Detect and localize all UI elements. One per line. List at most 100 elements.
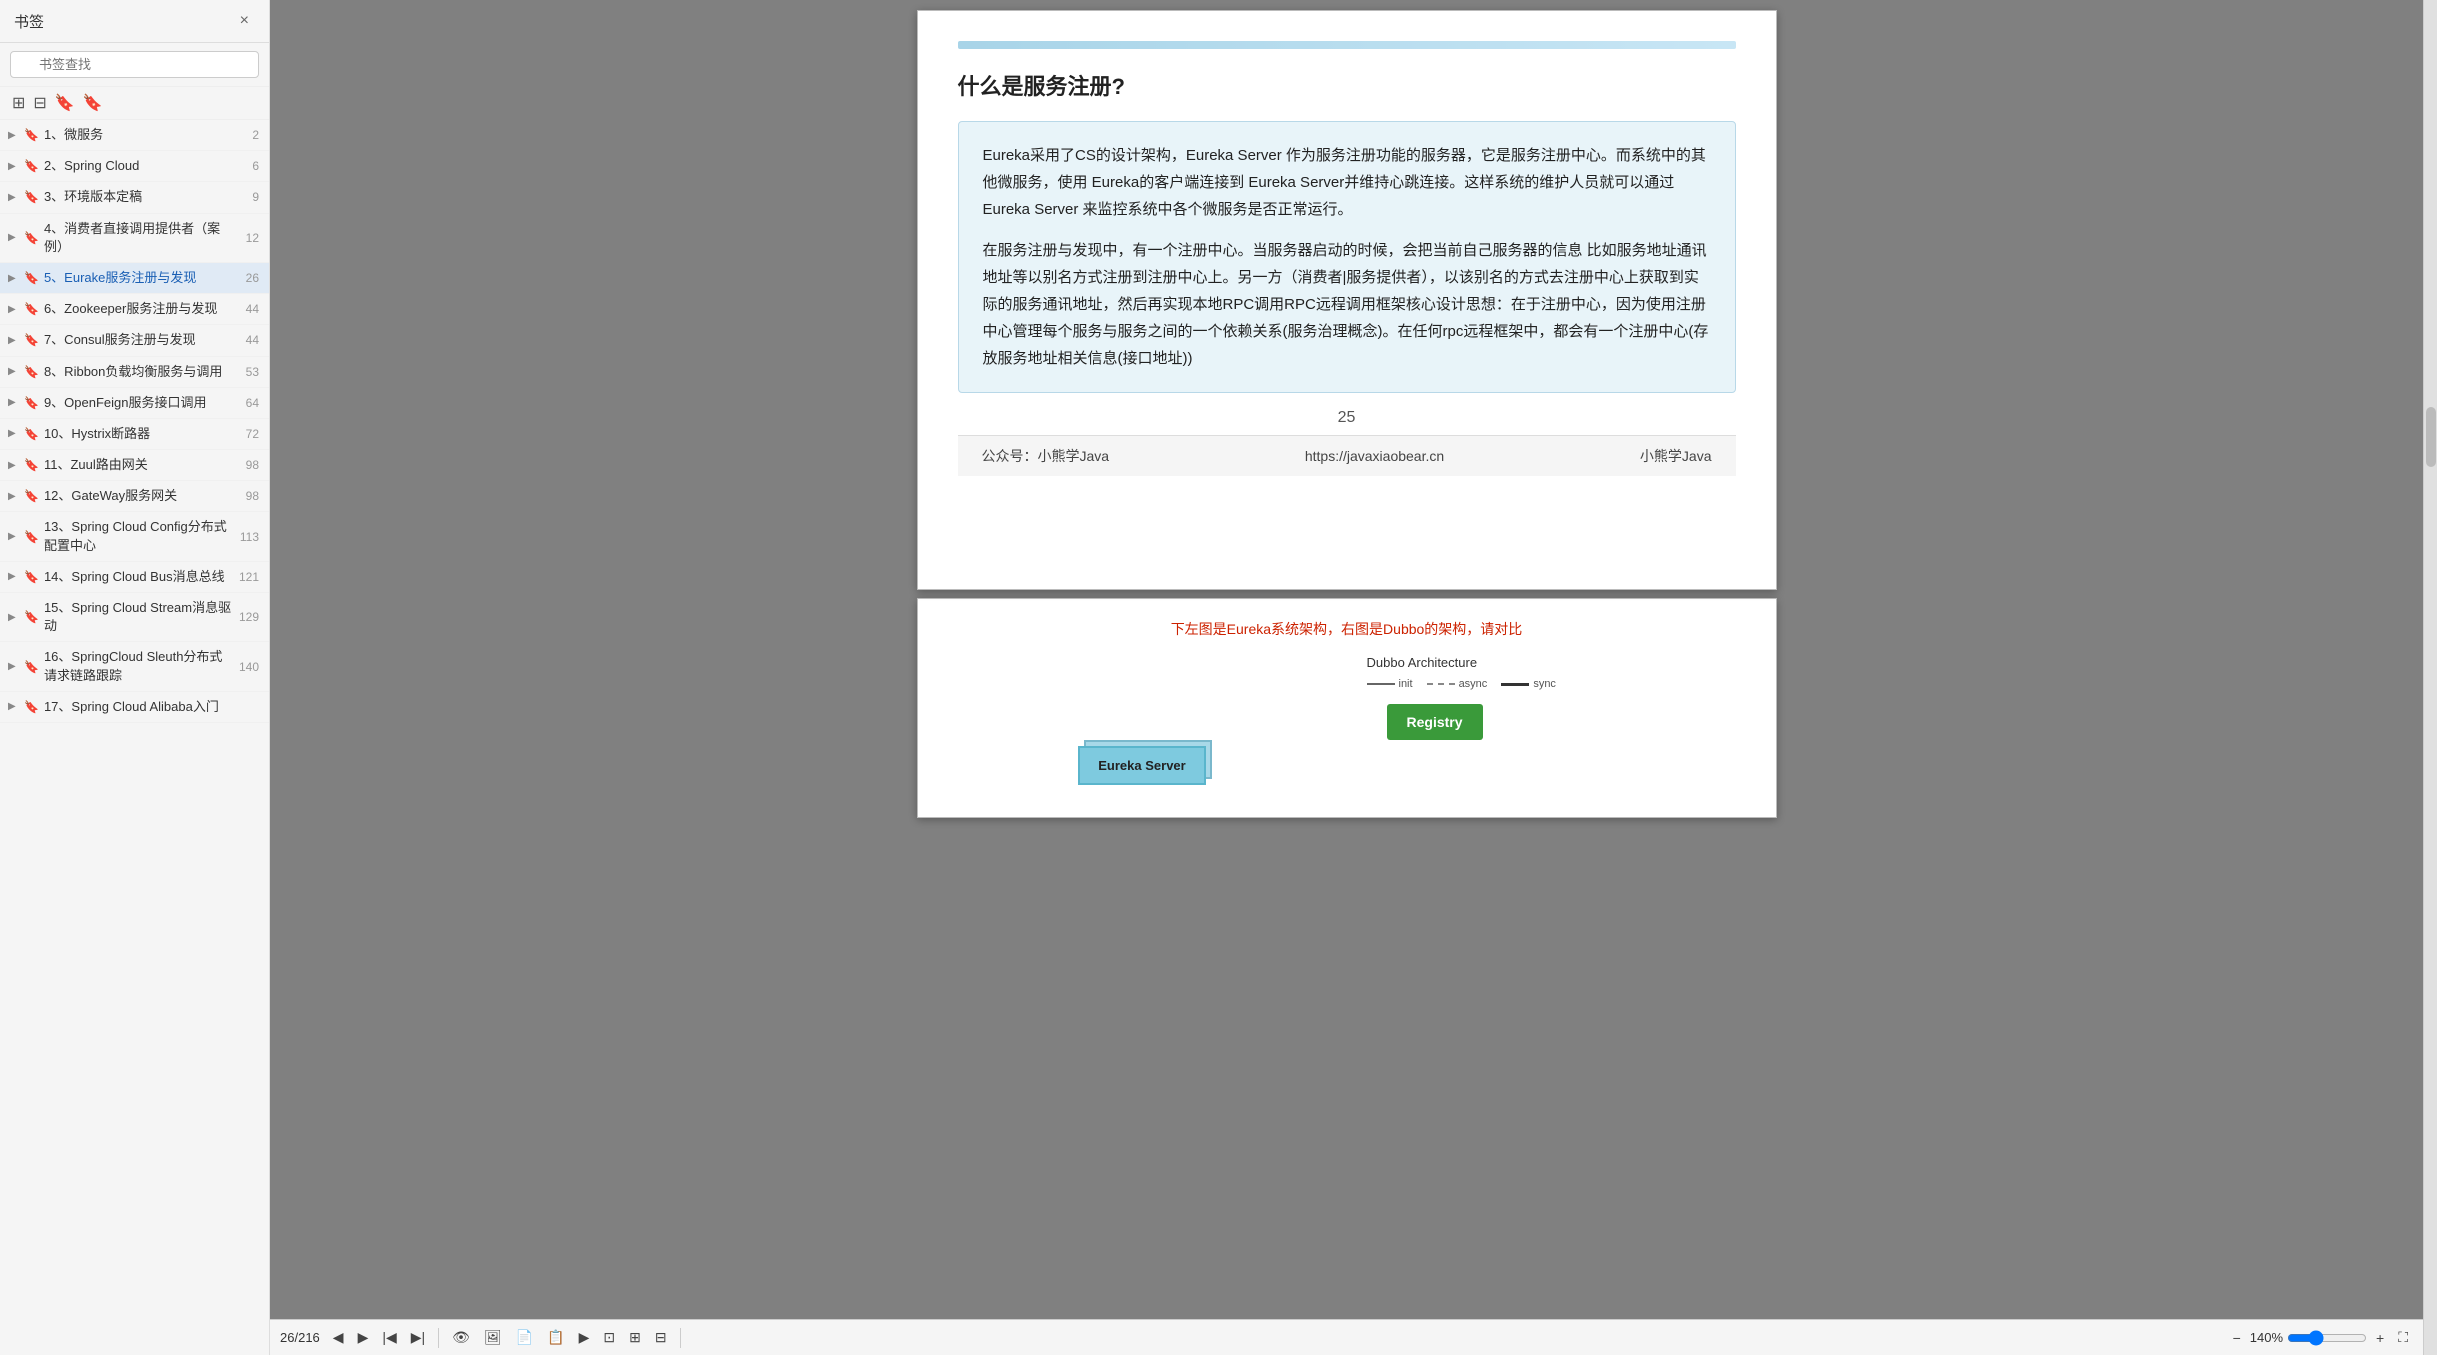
nav-label-5: 5、Eurake服务注册与发现 (44, 269, 235, 287)
sidebar-search-area: 🔍 (0, 43, 269, 87)
nav-bookmark-5: 🔖 (24, 271, 39, 285)
nav-page-6: 44 (235, 302, 259, 316)
nav-arrow-7: ▶ (8, 335, 20, 346)
nav-bookmark-1: 🔖 (24, 128, 39, 142)
sidebar-item-3[interactable]: ▶ 🔖 3、环境版本定稿 9 (0, 182, 269, 213)
bookmark-icon-1[interactable]: 🔖 (55, 93, 75, 113)
next-page-button[interactable]: ▶ (353, 1326, 374, 1349)
play-button[interactable]: ▶ (574, 1326, 595, 1349)
sidebar: 书签 × 🔍 ⊞ ⊟ 🔖 🔖 ▶ 🔖 1、微服务 2 ▶ 🔖 2、Spring … (0, 0, 270, 1355)
eureka-server-box: Eureka Server (1078, 746, 1205, 785)
view-mode-4-button[interactable]: 📋 (542, 1326, 569, 1349)
view-mode-1-button[interactable]: 👁 (447, 1326, 475, 1349)
nav-page-10: 72 (235, 427, 259, 441)
pdf-viewer[interactable]: 什么是服务注册? Eureka采用了CS的设计架构，Eureka Server … (270, 0, 2423, 1319)
app-container: 书签 × 🔍 ⊞ ⊟ 🔖 🔖 ▶ 🔖 1、微服务 2 ▶ 🔖 2、Spring … (0, 0, 2437, 1355)
sidebar-item-13[interactable]: ▶ 🔖 13、Spring Cloud Config分布式配置中心 113 (0, 512, 269, 561)
view-mode-3-button[interactable]: 📄 (511, 1326, 538, 1349)
nav-label-16: 16、SpringCloud Sleuth分布式请求链路跟踪 (44, 648, 235, 684)
view-mode-2-button[interactable]: 🖼 (479, 1326, 507, 1349)
nav-label-8: 8、Ribbon负载均衡服务与调用 (44, 363, 235, 381)
sidebar-item-17[interactable]: ▶ 🔖 17、Spring Cloud Alibaba入门 (0, 692, 269, 723)
sidebar-item-14[interactable]: ▶ 🔖 14、Spring Cloud Bus消息总线 121 (0, 562, 269, 593)
nav-page-9: 64 (235, 396, 259, 410)
nav-bookmark-7: 🔖 (24, 333, 39, 347)
fullscreen-button[interactable]: ⛶ (2393, 1326, 2413, 1349)
nav-arrow-12: ▶ (8, 491, 20, 502)
close-button[interactable]: × (234, 10, 255, 32)
nav-bookmark-4: 🔖 (24, 231, 39, 245)
nav-label-1: 1、微服务 (44, 126, 235, 144)
nav-arrow-15: ▶ (8, 612, 20, 623)
nav-bookmark-12: 🔖 (24, 489, 39, 503)
sidebar-item-16[interactable]: ▶ 🔖 16、SpringCloud Sleuth分布式请求链路跟踪 140 (0, 642, 269, 691)
nav-page-15: 129 (235, 610, 259, 624)
sidebar-item-1[interactable]: ▶ 🔖 1、微服务 2 (0, 120, 269, 151)
nav-arrow-16: ▶ (8, 661, 20, 672)
nav-arrow-6: ▶ (8, 304, 20, 315)
sidebar-item-12[interactable]: ▶ 🔖 12、GateWay服务网关 98 (0, 481, 269, 512)
layout-1-button[interactable]: ⊡ (598, 1326, 620, 1349)
legend-sync: sync (1501, 678, 1556, 690)
first-page-button[interactable]: |◀ (377, 1326, 401, 1349)
zoom-out-button[interactable]: − (2228, 1327, 2246, 1349)
info-box: Eureka采用了CS的设计架构，Eureka Server 作为服务注册功能的… (958, 121, 1736, 393)
eureka-stack: Eureka Server (1078, 746, 1205, 785)
registry-box: Registry (1387, 704, 1483, 740)
nav-bookmark-15: 🔖 (24, 610, 39, 624)
legend-init: init (1367, 678, 1413, 690)
layout-2-button[interactable]: ⊞ (624, 1326, 646, 1349)
nav-label-6: 6、Zookeeper服务注册与发现 (44, 300, 235, 318)
nav-page-11: 98 (235, 458, 259, 472)
sidebar-item-6[interactable]: ▶ 🔖 6、Zookeeper服务注册与发现 44 (0, 294, 269, 325)
legend-init-label: init (1399, 678, 1413, 690)
info-paragraph-2: 在服务注册与发现中，有一个注册中心。当服务器启动的时候，会把当前自己服务器的信息… (983, 237, 1711, 372)
page-current: 26 (280, 1330, 294, 1345)
nav-arrow-3: ▶ (8, 192, 20, 203)
page-top-bar (958, 41, 1736, 49)
zoom-level: 140% (2250, 1330, 2283, 1345)
nav-page-7: 44 (235, 333, 259, 347)
sidebar-item-15[interactable]: ▶ 🔖 15、Spring Cloud Stream消息驱动 129 (0, 593, 269, 642)
nav-label-11: 11、Zuul路由网关 (44, 456, 235, 474)
nav-arrow-14: ▶ (8, 571, 20, 582)
right-scrollbar[interactable] (2423, 0, 2437, 1355)
sidebar-item-4[interactable]: ▶ 🔖 4、消费者直接调用提供者（案例） 12 (0, 214, 269, 263)
nav-bookmark-9: 🔖 (24, 396, 39, 410)
nav-arrow-2: ▶ (8, 161, 20, 172)
nav-bookmark-14: 🔖 (24, 570, 39, 584)
last-page-button[interactable]: ▶| (406, 1326, 430, 1349)
expand-all-icon[interactable]: ⊞ (12, 93, 25, 113)
sidebar-item-7[interactable]: ▶ 🔖 7、Consul服务注册与发现 44 (0, 325, 269, 356)
collapse-all-icon[interactable]: ⊟ (33, 93, 46, 113)
nav-bookmark-16: 🔖 (24, 660, 39, 674)
nav-arrow-17: ▶ (8, 701, 20, 712)
layout-3-button[interactable]: ⊟ (650, 1326, 672, 1349)
nav-page-4: 12 (235, 231, 259, 245)
nav-label-3: 3、环境版本定稿 (44, 188, 235, 206)
nav-bookmark-10: 🔖 (24, 427, 39, 441)
sidebar-item-2[interactable]: ▶ 🔖 2、Spring Cloud 6 (0, 151, 269, 182)
sidebar-item-8[interactable]: ▶ 🔖 8、Ribbon负载均衡服务与调用 53 (0, 357, 269, 388)
sidebar-item-5[interactable]: ▶ 🔖 5、Eurake服务注册与发现 26 (0, 263, 269, 294)
nav-label-10: 10、Hystrix断路器 (44, 425, 235, 443)
bookmark-icon-2[interactable]: 🔖 (83, 93, 103, 113)
legend-sync-line (1501, 683, 1529, 686)
diagram-area: Eureka Server Dubbo Architecture init (958, 655, 1736, 785)
zoom-in-button[interactable]: + (2371, 1327, 2389, 1349)
search-input[interactable] (10, 51, 259, 78)
nav-arrow-4: ▶ (8, 232, 20, 243)
nav-label-15: 15、Spring Cloud Stream消息驱动 (44, 599, 235, 635)
diagram-caption: 下左图是Eureka系统架构，右图是Dubbo的架构，请对比 (958, 619, 1736, 639)
main-content: 什么是服务注册? Eureka采用了CS的设计架构，Eureka Server … (270, 0, 2423, 1319)
zoom-slider[interactable] (2287, 1330, 2367, 1346)
page-number: 25 (958, 409, 1736, 427)
nav-label-7: 7、Consul服务注册与发现 (44, 331, 235, 349)
prev-page-button[interactable]: ◀ (328, 1326, 349, 1349)
sidebar-item-9[interactable]: ▶ 🔖 9、OpenFeign服务接口调用 64 (0, 388, 269, 419)
sidebar-item-10[interactable]: ▶ 🔖 10、Hystrix断路器 72 (0, 419, 269, 450)
nav-page-3: 9 (235, 190, 259, 204)
sidebar-item-11[interactable]: ▶ 🔖 11、Zuul路由网关 98 (0, 450, 269, 481)
nav-label-12: 12、GateWay服务网关 (44, 487, 235, 505)
pdf-page-1: 什么是服务注册? Eureka采用了CS的设计架构，Eureka Server … (917, 10, 1777, 590)
